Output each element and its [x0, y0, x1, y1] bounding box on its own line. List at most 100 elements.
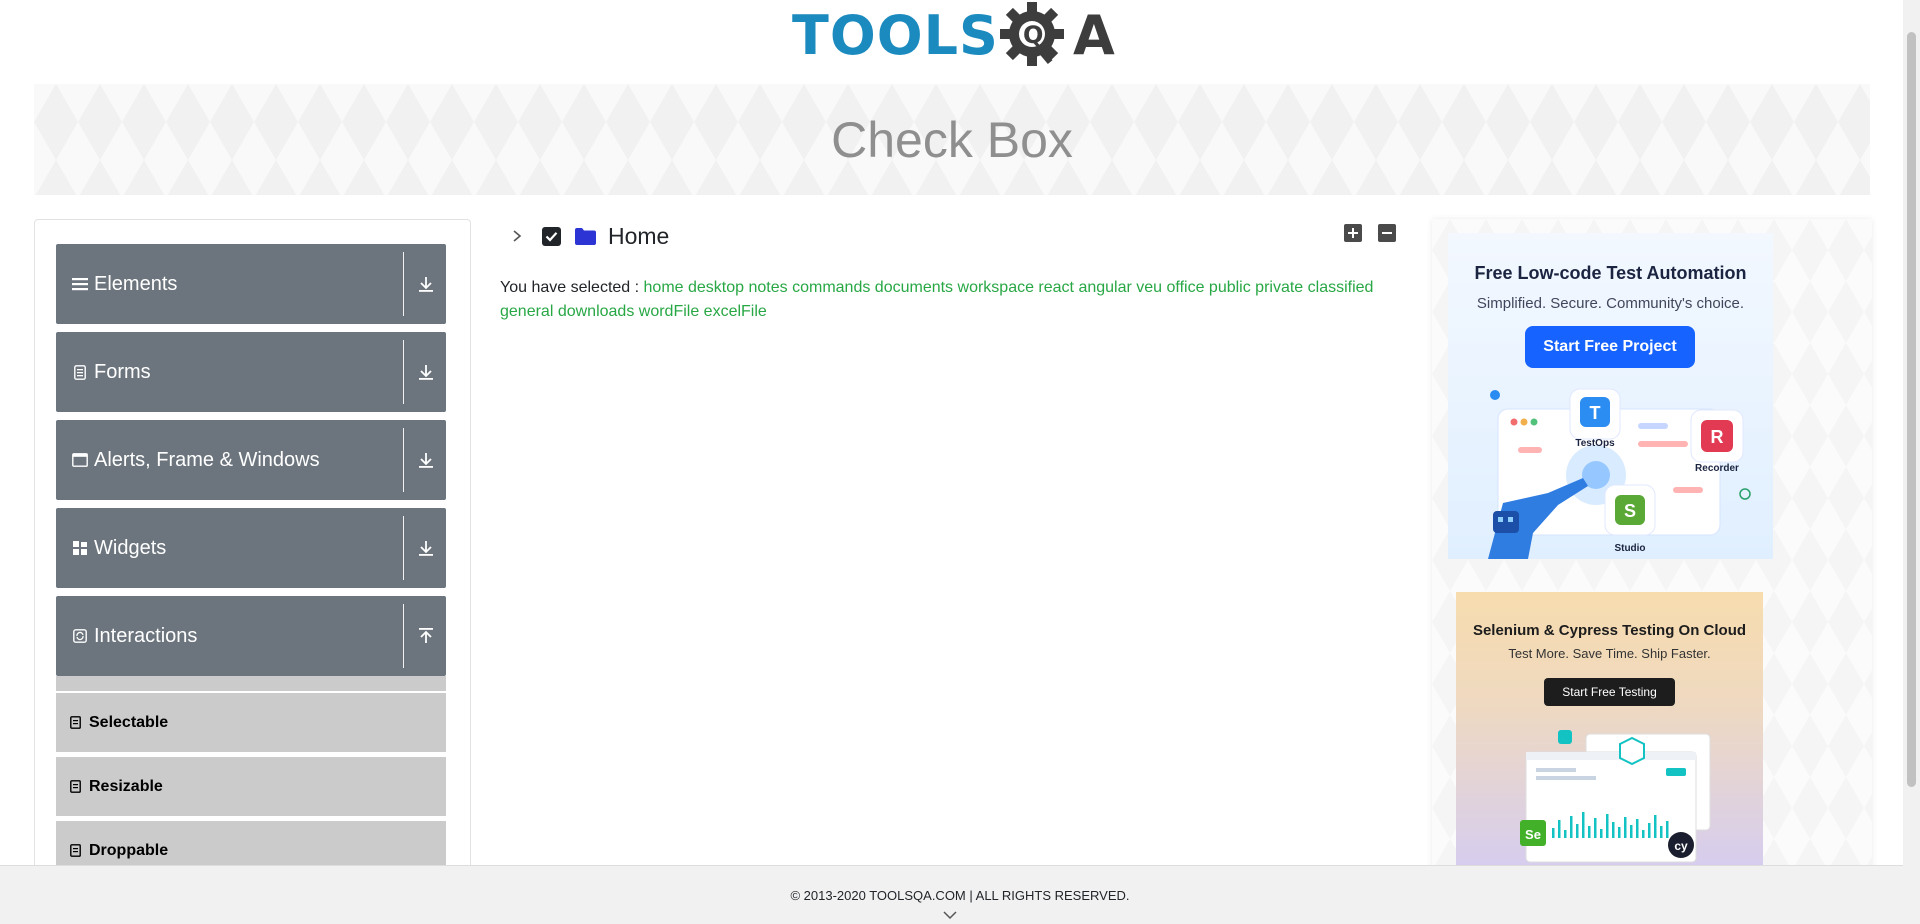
sidebar-group-label: Alerts, Frame & Windows: [94, 448, 320, 471]
svg-text:TestOps: TestOps: [1575, 438, 1615, 449]
toolsqa-logo[interactable]: TOOLS Q A: [792, 0, 1115, 72]
sidebar-item-label: Droppable: [89, 841, 169, 859]
selenium-badge: Se: [1520, 820, 1546, 846]
selection-result: You have selected : home desktop notes c…: [500, 276, 1390, 324]
download-arrow-icon[interactable]: [416, 538, 436, 558]
menu-icon: [72, 276, 88, 292]
decorative-bar: [1624, 817, 1627, 838]
selected-item: public: [1204, 279, 1251, 296]
decorative-bar: [1594, 818, 1597, 838]
sidebar-group-alerts-frame-windows[interactable]: Alerts, Frame & Windows: [56, 420, 446, 500]
decorative-bar: [1606, 814, 1609, 838]
sidebar-item-label: Selectable: [89, 713, 169, 731]
decorative-bar: [1588, 826, 1591, 838]
sidebar-group-elements[interactable]: Elements: [56, 244, 446, 324]
selected-item: general: [500, 303, 554, 320]
refresh-icon: [72, 628, 88, 644]
folder-icon: [575, 227, 596, 245]
sidebar-subitem-partial: [56, 676, 446, 692]
selected-item: workspace: [953, 279, 1034, 296]
divider: [403, 428, 404, 492]
result-prefix: You have selected :: [500, 279, 640, 296]
checkbox-tree: Home: [498, 222, 1418, 250]
svg-text:S: S: [1624, 501, 1636, 521]
sidebar-group-forms[interactable]: Forms: [56, 332, 446, 412]
svg-text:Studio: Studio: [1614, 543, 1645, 554]
chevron-down-icon[interactable]: [942, 910, 958, 920]
logo-a-text: A: [1072, 4, 1115, 67]
grid-icon: [72, 540, 88, 556]
footer: © 2013-2020 TOOLSQA.COM | ALL RIGHTS RES…: [0, 865, 1920, 924]
expand-all-button[interactable]: [1344, 224, 1362, 242]
upload-arrow-icon[interactable]: [416, 626, 436, 646]
selected-item: react: [1033, 279, 1074, 296]
cypress-badge: cy: [1668, 832, 1694, 858]
tree-node-label[interactable]: Home: [608, 223, 669, 250]
decorative-bar: [1660, 826, 1663, 838]
logo-gear-icon: Q: [999, 0, 1073, 72]
logo-tools-text: TOOLS: [792, 4, 999, 67]
divider: [403, 516, 404, 580]
svg-text:Recorder: Recorder: [1695, 463, 1739, 474]
selected-item: wordFile: [634, 303, 700, 320]
sidebar-item-resizable[interactable]: Resizable: [56, 757, 446, 817]
divider: [403, 604, 404, 668]
start-free-project-button[interactable]: Start Free Project: [1525, 326, 1695, 368]
sidebar-group-label: Interactions: [94, 624, 198, 647]
download-arrow-icon[interactable]: [416, 362, 436, 382]
svg-text:cy: cy: [1674, 839, 1688, 853]
decorative-bar: [1618, 827, 1621, 838]
document-icon: [72, 364, 88, 380]
studio-tile: S Studio: [1604, 484, 1656, 554]
ad-subtitle: Simplified. Secure. Community's choice.: [1476, 295, 1745, 312]
decorative-bar: [1654, 815, 1657, 838]
svg-text:T: T: [1590, 403, 1601, 423]
download-arrow-icon[interactable]: [416, 274, 436, 294]
start-free-testing-button[interactable]: Start Free Testing: [1544, 678, 1675, 706]
decorative-bar: [1666, 821, 1669, 838]
sidebar-item-selectable[interactable]: Selectable: [56, 693, 446, 753]
selected-item: excelFile: [699, 303, 767, 320]
divider: [403, 252, 404, 316]
scrollbar-thumb[interactable]: [1907, 32, 1916, 787]
collapse-all-button[interactable]: [1378, 224, 1396, 242]
selected-item: home: [643, 279, 684, 296]
window-icon: [72, 452, 88, 468]
selected-item: commands: [787, 279, 871, 296]
page-scrollbar[interactable]: [1903, 0, 1920, 924]
sidebar-group-interactions[interactable]: Interactions: [56, 596, 446, 676]
tree-node-home: Home: [498, 222, 1418, 250]
katalon-ad[interactable]: Free Low-code Test Automation Simplified…: [1448, 233, 1773, 559]
decorative-bar: [1564, 830, 1567, 838]
list-item-icon: [70, 844, 82, 857]
decorative-bar: [1630, 825, 1633, 838]
selected-item: desktop: [683, 279, 745, 296]
ad-title: Selenium & Cypress Testing On Cloud: [1472, 622, 1747, 639]
selected-item: documents: [870, 279, 954, 296]
download-arrow-icon[interactable]: [416, 450, 436, 470]
decorative-bar: [1648, 823, 1651, 838]
left-sidebar: Elements Forms Alerts, Frame & Windows W…: [34, 219, 471, 919]
sidebar-group-widgets[interactable]: Widgets: [56, 508, 446, 588]
decorative-bar: [1558, 820, 1561, 838]
decorative-bar: [1612, 822, 1615, 838]
home-checkbox[interactable]: [542, 226, 561, 246]
ad-title: Free Low-code Test Automation: [1474, 263, 1747, 283]
footer-copyright: © 2013-2020 TOOLSQA.COM | ALL RIGHTS RES…: [790, 888, 1130, 903]
selected-item: downloads: [553, 303, 635, 320]
ad-dashboard-illustration: Se cy: [1520, 730, 1711, 863]
decorative-bar: [1576, 824, 1579, 838]
selected-item: classified: [1303, 279, 1374, 296]
decorative-bar: [1582, 812, 1585, 838]
lambdatest-ad[interactable]: Selenium & Cypress Testing On Cloud Test…: [1456, 592, 1763, 868]
svg-text:Q: Q: [1023, 21, 1043, 49]
selected-item: veu: [1131, 279, 1163, 296]
sidebar-item-label: Resizable: [89, 777, 163, 795]
ad-subtitle: Test More. Save Time. Ship Faster.: [1508, 646, 1711, 661]
page-title: Check Box: [831, 111, 1073, 168]
chevron-right-icon[interactable]: [508, 227, 526, 245]
selected-item: angular: [1074, 279, 1132, 296]
decorative-bar: [1552, 828, 1555, 838]
decorative-bar: [1636, 819, 1639, 838]
decorative-bar: [1642, 830, 1645, 838]
